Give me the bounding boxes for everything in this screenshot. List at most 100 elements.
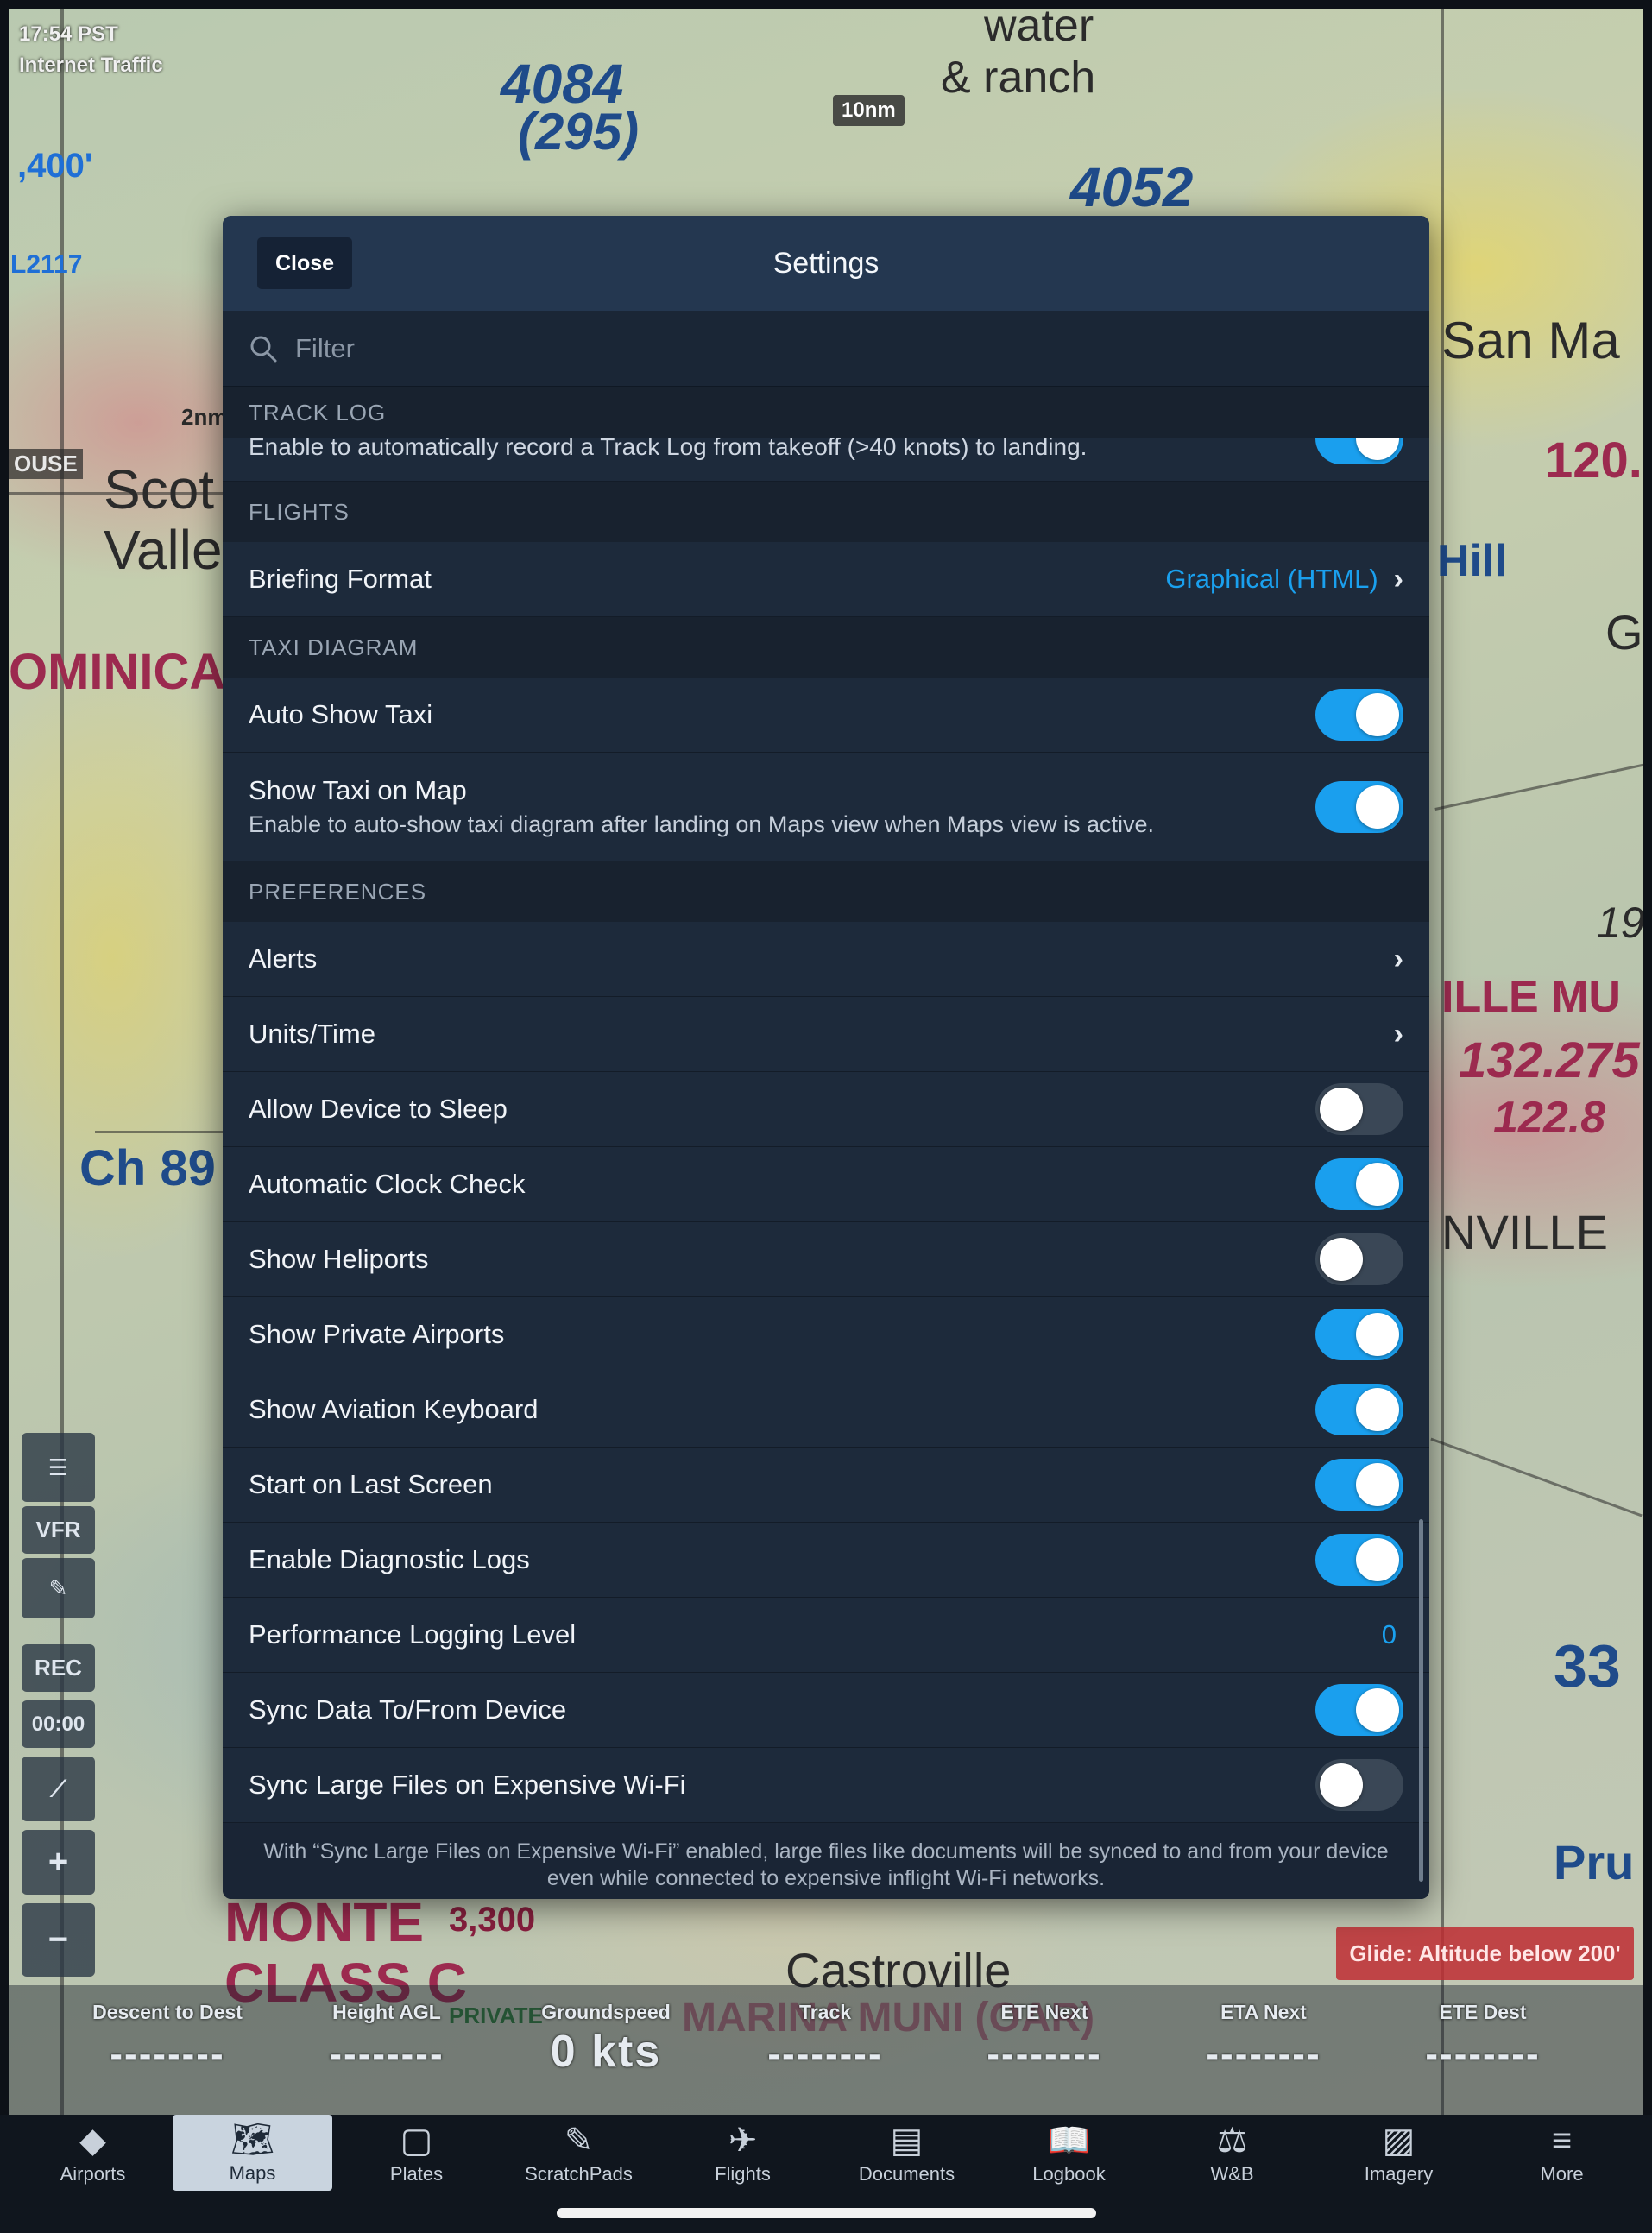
settings-list[interactable]: TRACK LOG Enable to automatically record… bbox=[223, 387, 1429, 1899]
status-time: 17:54 PST bbox=[19, 22, 118, 46]
glide-alert: Glide: Altitude below 200' bbox=[1336, 1927, 1634, 1980]
toggle-knob bbox=[1356, 1688, 1399, 1732]
toggle-knob bbox=[1320, 1088, 1363, 1131]
sync-data-toggle[interactable] bbox=[1315, 1684, 1403, 1736]
filter-input[interactable] bbox=[295, 332, 1331, 364]
tab-more[interactable]: ≡ More bbox=[1482, 2115, 1642, 2192]
toggle-knob bbox=[1356, 785, 1399, 829]
route-button[interactable]: ⟋ bbox=[22, 1757, 95, 1821]
instrument-descent-to-dest[interactable]: Descent to Dest -------- bbox=[58, 2001, 277, 2076]
map-label: 132.275 bbox=[1459, 1032, 1640, 1088]
track-log-toggle[interactable] bbox=[1315, 438, 1403, 464]
sync-footnote: With “Sync Large Files on Expensive Wi-F… bbox=[223, 1823, 1429, 1899]
settings-header: Close Settings bbox=[223, 216, 1429, 311]
documents-icon: ▤ bbox=[890, 2122, 924, 2160]
imagery-icon: ▨ bbox=[1382, 2122, 1416, 2160]
briefing-format-value: Graphical (HTML) bbox=[1165, 564, 1378, 594]
show-aviation-keyboard-label: Show Aviation Keyboard bbox=[249, 1394, 539, 1424]
allow-device-to-sleep-toggle[interactable] bbox=[1315, 1083, 1403, 1135]
automatic-clock-check-row[interactable]: Automatic Clock Check bbox=[223, 1147, 1429, 1222]
start-on-last-screen-row[interactable]: Start on Last Screen bbox=[223, 1448, 1429, 1523]
instrument-ete-dest[interactable]: ETE Dest -------- bbox=[1373, 2001, 1592, 2076]
allow-device-to-sleep-row[interactable]: Allow Device to Sleep bbox=[223, 1072, 1429, 1147]
auto-show-taxi-row[interactable]: Auto Show Taxi bbox=[223, 678, 1429, 753]
tab-documents[interactable]: ▤ Documents bbox=[827, 2115, 987, 2192]
start-on-last-screen-toggle[interactable] bbox=[1315, 1459, 1403, 1511]
toggle-knob bbox=[1356, 1313, 1399, 1356]
zoom-in-button[interactable]: + bbox=[22, 1830, 95, 1895]
map-label: 19 bbox=[1597, 899, 1643, 947]
show-taxi-on-map-row[interactable]: Show Taxi on Map Enable to auto-show tax… bbox=[223, 753, 1429, 861]
units-time-row[interactable]: Units/Time › bbox=[223, 997, 1429, 1072]
close-button[interactable]: Close bbox=[257, 237, 352, 289]
instrument-ete-next[interactable]: ETE Next -------- bbox=[935, 2001, 1154, 2076]
toggle-knob bbox=[1356, 1388, 1399, 1431]
track-log-desc: Enable to automatically record a Track L… bbox=[249, 438, 1088, 460]
automatic-clock-check-toggle[interactable] bbox=[1315, 1158, 1403, 1210]
zoom-out-button[interactable]: − bbox=[22, 1903, 95, 1977]
map-label: OUSE bbox=[9, 449, 83, 479]
scratchpads-icon: ✎ bbox=[564, 2122, 594, 2160]
briefing-format-row[interactable]: Briefing Format Graphical (HTML) › bbox=[223, 542, 1429, 617]
section-header-taxi-diagram: TAXI DIAGRAM bbox=[223, 617, 1429, 678]
enable-diagnostic-logs-toggle[interactable] bbox=[1315, 1534, 1403, 1586]
sync-large-files-toggle[interactable] bbox=[1315, 1759, 1403, 1811]
enable-diagnostic-logs-row[interactable]: Enable Diagnostic Logs bbox=[223, 1523, 1429, 1598]
sync-large-files-row[interactable]: Sync Large Files on Expensive Wi-Fi bbox=[223, 1748, 1429, 1823]
alerts-row[interactable]: Alerts › bbox=[223, 922, 1429, 997]
alerts-label: Alerts bbox=[249, 943, 318, 974]
allow-device-to-sleep-label: Allow Device to Sleep bbox=[249, 1094, 508, 1124]
show-aviation-keyboard-row[interactable]: Show Aviation Keyboard bbox=[223, 1372, 1429, 1448]
vfr-button[interactable]: VFR bbox=[22, 1506, 95, 1554]
map-label: 4052 bbox=[1070, 156, 1194, 218]
instrument-height-agl[interactable]: Height AGL -------- bbox=[277, 2001, 496, 2076]
map-label: G bbox=[1605, 605, 1643, 659]
show-private-airports-toggle[interactable] bbox=[1315, 1309, 1403, 1360]
map-label: 2nm bbox=[181, 404, 228, 430]
track-log-row[interactable]: Enable to automatically record a Track L… bbox=[223, 438, 1429, 482]
scrollbar[interactable] bbox=[1419, 1519, 1423, 1882]
tab-scratchpads[interactable]: ✎ ScratchPads bbox=[499, 2115, 659, 2192]
tab-maps[interactable]: 🗺 Maps bbox=[173, 2115, 332, 2191]
sync-data-row[interactable]: Sync Data To/From Device bbox=[223, 1673, 1429, 1748]
airports-icon: ◆ bbox=[79, 2122, 106, 2160]
tab-imagery[interactable]: ▨ Imagery bbox=[1319, 2115, 1479, 2192]
tab-weight-balance[interactable]: ⚖ W&B bbox=[1152, 2115, 1312, 2192]
section-header-track-log: TRACK LOG bbox=[223, 387, 1429, 438]
tab-plates[interactable]: ▢ Plates bbox=[337, 2115, 496, 2192]
show-heliports-toggle[interactable] bbox=[1315, 1233, 1403, 1285]
start-on-last-screen-label: Start on Last Screen bbox=[249, 1469, 493, 1499]
show-private-airports-row[interactable]: Show Private Airports bbox=[223, 1297, 1429, 1372]
settings-modal: Close Settings TRACK LOG Enable to autom… bbox=[223, 216, 1429, 1899]
performance-logging-level-row[interactable]: Performance Logging Level 0 bbox=[223, 1598, 1429, 1673]
map-label: water bbox=[984, 9, 1094, 51]
tab-flights[interactable]: ✈ Flights bbox=[663, 2115, 823, 2192]
map-label: 3,300 bbox=[449, 1901, 536, 1939]
show-private-airports-label: Show Private Airports bbox=[249, 1319, 505, 1349]
show-aviation-keyboard-toggle[interactable] bbox=[1315, 1384, 1403, 1435]
toggle-knob bbox=[1356, 438, 1399, 460]
show-heliports-label: Show Heliports bbox=[249, 1244, 429, 1274]
instrument-eta-next[interactable]: ETA Next -------- bbox=[1154, 2001, 1373, 2076]
instrument-groundspeed[interactable]: Groundspeed 0 kts bbox=[496, 2001, 716, 2078]
layers-settings-button[interactable]: ☰ bbox=[22, 1433, 95, 1502]
draw-button[interactable]: ✎ bbox=[22, 1558, 95, 1618]
timer-button[interactable]: 00:00 bbox=[22, 1700, 95, 1748]
internet-traffic-label: Internet Traffic bbox=[19, 54, 163, 77]
timer-label: 00:00 bbox=[31, 1712, 85, 1736]
vfr-label: VFR bbox=[35, 1517, 81, 1542]
tab-logbook[interactable]: 📖 Logbook bbox=[989, 2115, 1149, 2192]
auto-show-taxi-toggle[interactable] bbox=[1315, 689, 1403, 741]
more-icon: ≡ bbox=[1551, 2122, 1573, 2160]
home-indicator[interactable] bbox=[557, 2208, 1096, 2218]
show-taxi-on-map-toggle[interactable] bbox=[1315, 780, 1403, 833]
map-label: Hill bbox=[1437, 536, 1507, 586]
record-button[interactable]: REC bbox=[22, 1644, 95, 1692]
instrument-track[interactable]: Track -------- bbox=[716, 2001, 935, 2076]
tab-airports[interactable]: ◆ Airports bbox=[13, 2115, 173, 2192]
map-label: Valle bbox=[104, 519, 223, 581]
toggle-knob bbox=[1320, 1763, 1363, 1807]
toggle-knob bbox=[1356, 1163, 1399, 1206]
briefing-format-label: Briefing Format bbox=[249, 564, 432, 594]
show-heliports-row[interactable]: Show Heliports bbox=[223, 1222, 1429, 1297]
